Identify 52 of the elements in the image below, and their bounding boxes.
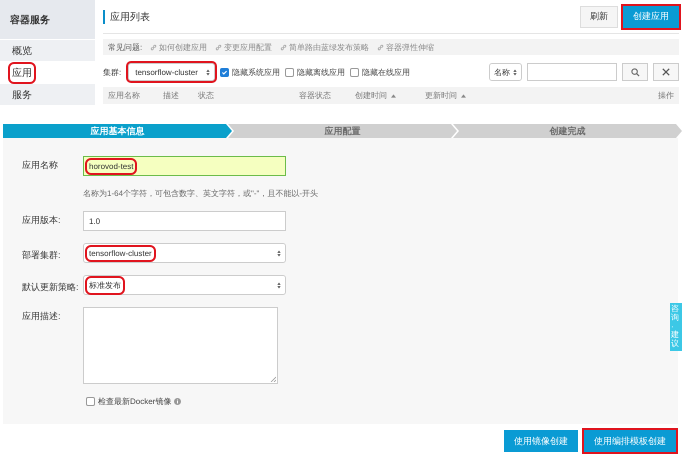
sort-arrows-icon bbox=[277, 250, 281, 256]
link-icon bbox=[150, 44, 158, 50]
wizard-step: 创建完成 bbox=[453, 124, 682, 138]
sort-arrows-icon bbox=[513, 68, 517, 76]
sidebar-item[interactable]: 服务 bbox=[0, 84, 95, 105]
description-field[interactable] bbox=[83, 307, 278, 384]
select-field[interactable]: 标准发布 bbox=[83, 275, 286, 295]
sort-up-icon[interactable] bbox=[391, 94, 396, 98]
column-header: 容器状态 bbox=[299, 90, 331, 101]
close-icon bbox=[662, 68, 670, 76]
checkbox-option[interactable]: 隐藏在线应用 bbox=[350, 66, 410, 78]
column-header[interactable]: 更新时间 bbox=[425, 90, 466, 101]
link-icon bbox=[377, 44, 384, 50]
field-label: 应用名称 bbox=[21, 159, 59, 172]
column-header[interactable]: 创建时间 bbox=[355, 90, 396, 101]
info-icon[interactable] bbox=[174, 398, 182, 405]
sidebar-title: 容器服务 bbox=[10, 13, 50, 26]
field-hint: 名称为1-64个字符，可包含数字、英文字符，或"-"，且不能以-开头 bbox=[83, 188, 318, 199]
cluster-select[interactable]: tensorflow-cluster bbox=[128, 63, 215, 81]
faq-label: 常见问题: bbox=[108, 42, 142, 52]
sort-arrows-icon bbox=[206, 68, 210, 76]
text-field[interactable]: 1.0 bbox=[83, 211, 286, 231]
cluster-label: 集群: bbox=[103, 66, 122, 78]
link-icon bbox=[280, 44, 288, 50]
field-label: 默认更新策略: bbox=[21, 281, 80, 294]
field-label: 应用描述: bbox=[21, 310, 62, 323]
wizard-step: 应用基本信息 bbox=[3, 124, 232, 138]
sort-up-icon[interactable] bbox=[461, 94, 466, 98]
search-icon bbox=[630, 68, 640, 76]
field-label: 部署集群: bbox=[21, 249, 62, 262]
sort-arrows-icon bbox=[277, 282, 281, 288]
column-header: 状态 bbox=[198, 90, 214, 101]
text-field[interactable]: horovod-test bbox=[83, 156, 286, 176]
column-header: 应用名称 bbox=[108, 90, 140, 101]
column-header: 描述 bbox=[163, 90, 179, 101]
checkmark-icon bbox=[220, 68, 228, 76]
sidebar-item[interactable]: 概览 bbox=[0, 40, 95, 61]
search-button[interactable] bbox=[622, 63, 648, 81]
resize-grip-icon bbox=[270, 376, 276, 382]
checkbox-option[interactable]: 隐藏系统应用 bbox=[220, 66, 280, 78]
search-field[interactable] bbox=[527, 63, 617, 81]
search-type-select[interactable]: 名称 bbox=[489, 63, 522, 81]
page-title: 应用列表 bbox=[103, 10, 150, 24]
link-icon bbox=[215, 44, 222, 50]
field-label: 应用版本: bbox=[21, 214, 62, 227]
select-field[interactable]: tensorflow-cluster bbox=[83, 243, 286, 263]
refresh-button[interactable]: 刷新 bbox=[580, 6, 618, 28]
wizard-step: 应用配置 bbox=[228, 124, 457, 138]
clear-button[interactable] bbox=[653, 63, 679, 81]
checkbox-option[interactable]: 隐藏离线应用 bbox=[284, 66, 345, 78]
column-header: 操作 bbox=[658, 90, 674, 101]
docker-checkbox[interactable]: 检查最新Docker镜像 bbox=[86, 396, 172, 407]
